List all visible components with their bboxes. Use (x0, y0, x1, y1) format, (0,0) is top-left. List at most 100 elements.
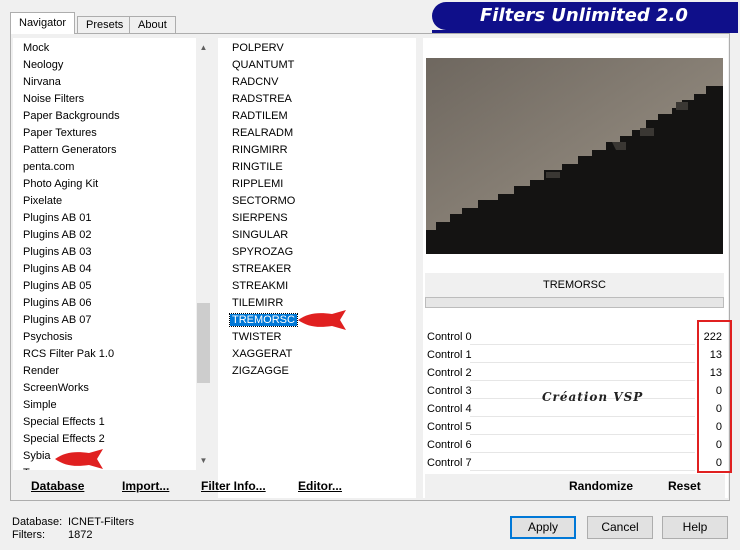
scrollbar-thumb[interactable] (197, 303, 210, 383)
control-row[interactable]: Control 50 (425, 418, 725, 436)
filter-item[interactable]: ZIGZAGGE (218, 363, 416, 380)
category-item[interactable]: Pattern Generators (13, 142, 211, 159)
filter-list[interactable]: POLPERV QUANTUMT RADCNV RADSTREA RADTILEM REA… (218, 38, 416, 498)
filter-item[interactable]: QUANTUMT (218, 57, 416, 74)
filter-item-label: QUANTUMT (232, 59, 295, 71)
category-item[interactable]: Noise Filters (13, 91, 211, 108)
control-label: Control 1 (427, 349, 472, 361)
filter-item[interactable]: RINGMIRR (218, 142, 416, 159)
filter-item[interactable]: SINGULAR (218, 227, 416, 244)
category-scrollbar[interactable]: ▲ ▼ (196, 38, 211, 470)
control-row[interactable]: Control 1 13 (425, 346, 725, 364)
category-item[interactable]: Tramages (13, 465, 211, 470)
category-item[interactable]: Plugins AB 07 (13, 312, 211, 329)
filter-item-label: RADCNV (232, 76, 279, 88)
filter-item-label: RINGMIRR (232, 144, 288, 156)
control-label: Control 7 (427, 457, 472, 469)
help-button[interactable]: Help (662, 516, 728, 539)
category-item[interactable]: Special Effects 2 (13, 431, 211, 448)
category-item[interactable]: ScreenWorks (13, 380, 211, 397)
category-item[interactable]: Pixelate (13, 193, 211, 210)
control-row[interactable]: Control 2 13 (425, 364, 725, 382)
tab-presets[interactable]: Presets (77, 16, 133, 34)
filter-item-label: SIERPENS (232, 212, 288, 224)
chevron-up-icon[interactable]: ▲ (196, 40, 211, 55)
filters-status-value: 1872 (68, 529, 93, 541)
filter-item[interactable]: RADTILEM (218, 108, 416, 125)
list-toolbar: Database Import... Filter Info... Editor… (13, 474, 418, 498)
category-list[interactable]: Mock Neology Nirvana Noise Filters Paper Bac… (13, 38, 211, 470)
category-item[interactable]: Simple (13, 397, 211, 414)
control-label: Control 0 (427, 331, 472, 343)
filter-item[interactable]: SECTORMO (218, 193, 416, 210)
category-item[interactable]: Plugins AB 03 (13, 244, 211, 261)
control-row[interactable]: Control 60 (425, 436, 725, 454)
filter-item-label: RINGTILE (232, 161, 283, 173)
filter-item[interactable]: SIERPENS (218, 210, 416, 227)
filter-item[interactable]: TWISTER (218, 329, 416, 346)
category-item[interactable]: Psychosis (13, 329, 211, 346)
tab-navigator[interactable]: Navigator (10, 12, 76, 34)
randomize-button[interactable]: Randomize (569, 474, 633, 498)
control-label: Control 5 (427, 421, 472, 433)
control-row[interactable]: Control 70 (425, 454, 725, 472)
tab-about[interactable]: About (129, 16, 176, 34)
editor-button[interactable]: Editor... (298, 474, 342, 498)
red-arrow-icon (55, 449, 103, 469)
category-item[interactable]: penta.com (13, 159, 211, 176)
filter-item[interactable]: SPYROZAG (218, 244, 416, 261)
filter-item[interactable]: RADCNV (218, 74, 416, 91)
category-item[interactable]: Sybia (13, 448, 211, 465)
preview-image (426, 58, 723, 254)
category-item[interactable]: Plugins AB 05 (13, 278, 211, 295)
category-item[interactable]: Special Effects 1 (13, 414, 211, 431)
filter-item[interactable]: POLPERV (218, 40, 416, 57)
category-item[interactable]: Photo Aging Kit (13, 176, 211, 193)
category-item[interactable]: Paper Textures (13, 125, 211, 142)
filter-item-label: REALRADM (232, 127, 294, 139)
filter-item-label: STREAKMI (232, 280, 289, 292)
category-item[interactable]: Plugins AB 04 (13, 261, 211, 278)
cancel-button[interactable]: Cancel (587, 516, 653, 539)
category-item[interactable]: Render (13, 363, 211, 380)
control-row[interactable]: Control 0 222 (425, 328, 725, 346)
filter-item-label: RADTILEM (232, 110, 288, 122)
red-arrow-icon (298, 310, 346, 330)
category-item[interactable]: Plugins AB 01 (13, 210, 211, 227)
filter-info-button[interactable]: Filter Info... (201, 474, 266, 498)
filter-item-label: POLPERV (232, 42, 284, 54)
filter-item[interactable]: RINGTILE (218, 159, 416, 176)
category-item[interactable]: Neology (13, 57, 211, 74)
chevron-down-icon[interactable]: ▼ (196, 453, 211, 468)
filter-item-label: TWISTER (232, 331, 282, 343)
watermark-text: Création VSP (542, 390, 644, 404)
controls-toolbar: Randomize Reset (425, 474, 725, 498)
filter-item[interactable]: STREAKMI (218, 278, 416, 295)
app-title-banner: Filters Unlimited 2.0 (432, 2, 738, 30)
filter-item-label: TREMORSC (229, 313, 298, 327)
database-button[interactable]: Database (31, 474, 84, 498)
control-label: Control 3 (427, 385, 472, 397)
filter-item[interactable]: RIPPLEMI (218, 176, 416, 193)
category-item[interactable]: Paper Backgrounds (13, 108, 211, 125)
filter-item[interactable]: XAGGERAT (218, 346, 416, 363)
import-button[interactable]: Import... (122, 474, 169, 498)
filter-item[interactable]: STREAKER (218, 261, 416, 278)
category-item[interactable]: Nirvana (13, 74, 211, 91)
filter-name-label: TREMORSC (425, 273, 724, 297)
apply-button[interactable]: Apply (510, 516, 576, 539)
category-item[interactable]: Plugins AB 06 (13, 295, 211, 312)
category-item[interactable]: RCS Filter Pak 1.0 (13, 346, 211, 363)
filter-item[interactable]: REALRADM (218, 125, 416, 142)
filter-item-label: SINGULAR (232, 229, 289, 241)
filter-item-label: STREAKER (232, 263, 292, 275)
filter-item[interactable]: RADSTREA (218, 91, 416, 108)
category-item[interactable]: Plugins AB 02 (13, 227, 211, 244)
reset-button[interactable]: Reset (668, 474, 701, 498)
control-label: Control 2 (427, 367, 472, 379)
filter-item-label: ZIGZAGGE (232, 365, 289, 377)
filter-item-label: TILEMIRR (232, 297, 284, 309)
status-area: Database: ICNET-Filters Filters: 1872 (12, 516, 134, 542)
database-status-label: Database: (12, 516, 63, 528)
category-item[interactable]: Mock (13, 40, 211, 57)
